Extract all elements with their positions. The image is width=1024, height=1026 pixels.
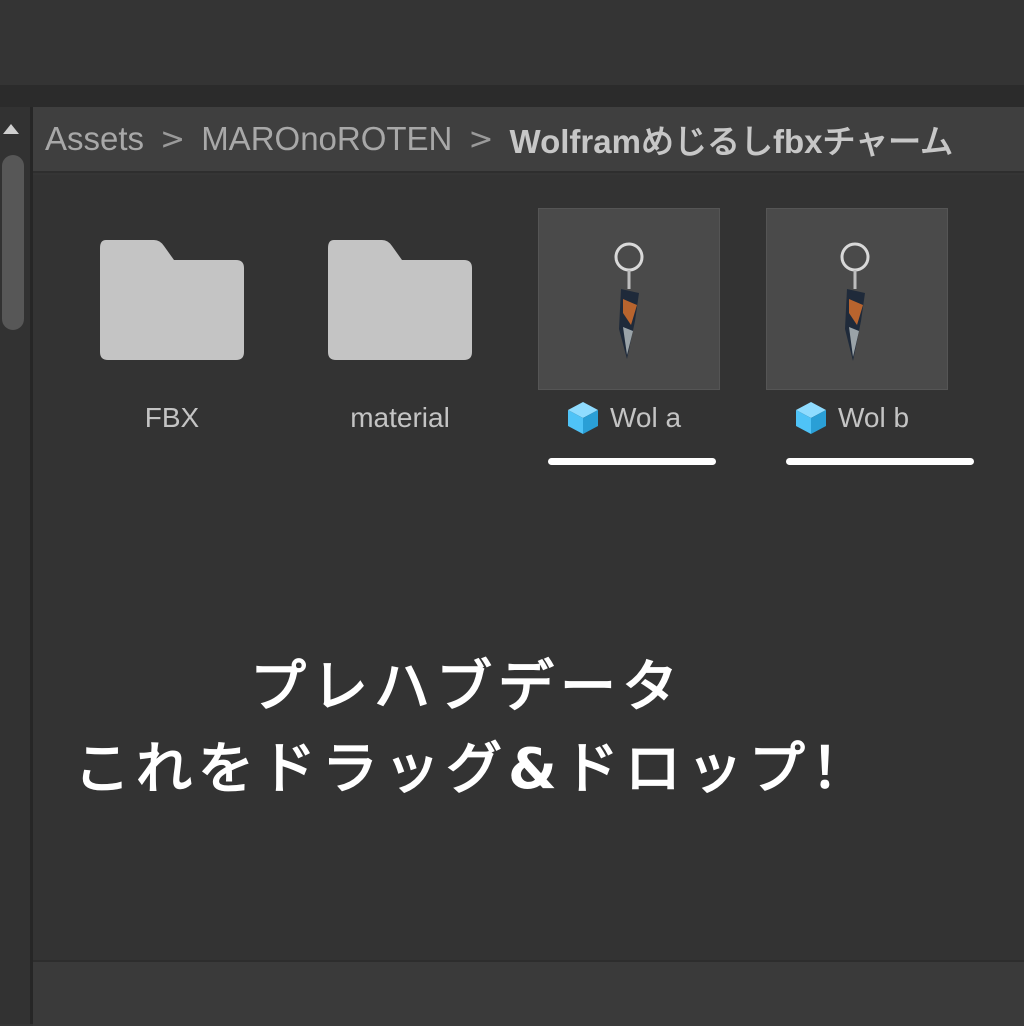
prefab-name: Wol b bbox=[838, 402, 910, 433]
caption-line-1: プレハブデータ bbox=[250, 655, 684, 720]
breadcrumb-item-assets[interactable]: Assets bbox=[45, 120, 144, 158]
caption-line-2: これをドラッグ&ドロップ！ bbox=[74, 737, 873, 802]
scrollbar-thumb[interactable] bbox=[2, 155, 24, 330]
chevron-right-icon: > bbox=[468, 121, 494, 157]
folder-icon[interactable] bbox=[326, 238, 474, 362]
prefab-cube-icon bbox=[796, 402, 826, 434]
bottom-status-bar bbox=[33, 960, 1024, 1026]
highlight-underline-wol-a bbox=[548, 458, 716, 465]
folder-label-material[interactable]: material bbox=[280, 402, 520, 434]
prefab-label-wol-b[interactable]: Wol b bbox=[794, 400, 909, 436]
highlight-underline-wol-b bbox=[786, 458, 974, 465]
folder-label-fbx[interactable]: FBX bbox=[52, 402, 292, 434]
toolbar-strip bbox=[0, 85, 1024, 107]
breadcrumb-item-current[interactable]: Wolframめじるしfbxチャーム bbox=[510, 115, 954, 163]
window-top-area bbox=[0, 0, 1024, 85]
breadcrumb: Assets > MAROnoROTEN > Wolframめじるしfbxチャー… bbox=[33, 107, 1024, 173]
keychain-charm-icon bbox=[840, 242, 870, 361]
prefab-thumbnail-wol-a[interactable] bbox=[538, 208, 720, 390]
prefab-thumbnail-wol-b[interactable] bbox=[766, 208, 948, 390]
prefab-label-wol-a[interactable]: Wol a bbox=[566, 400, 681, 436]
folder-icon[interactable] bbox=[98, 238, 246, 362]
prefab-cube-icon bbox=[568, 402, 598, 434]
chevron-right-icon: > bbox=[160, 121, 186, 157]
scroll-up-arrow-icon[interactable] bbox=[3, 124, 19, 134]
keychain-charm-icon bbox=[614, 242, 644, 359]
prefab-name: Wol a bbox=[610, 402, 682, 433]
breadcrumb-item-maronoroten[interactable]: MAROnoROTEN bbox=[201, 120, 452, 158]
